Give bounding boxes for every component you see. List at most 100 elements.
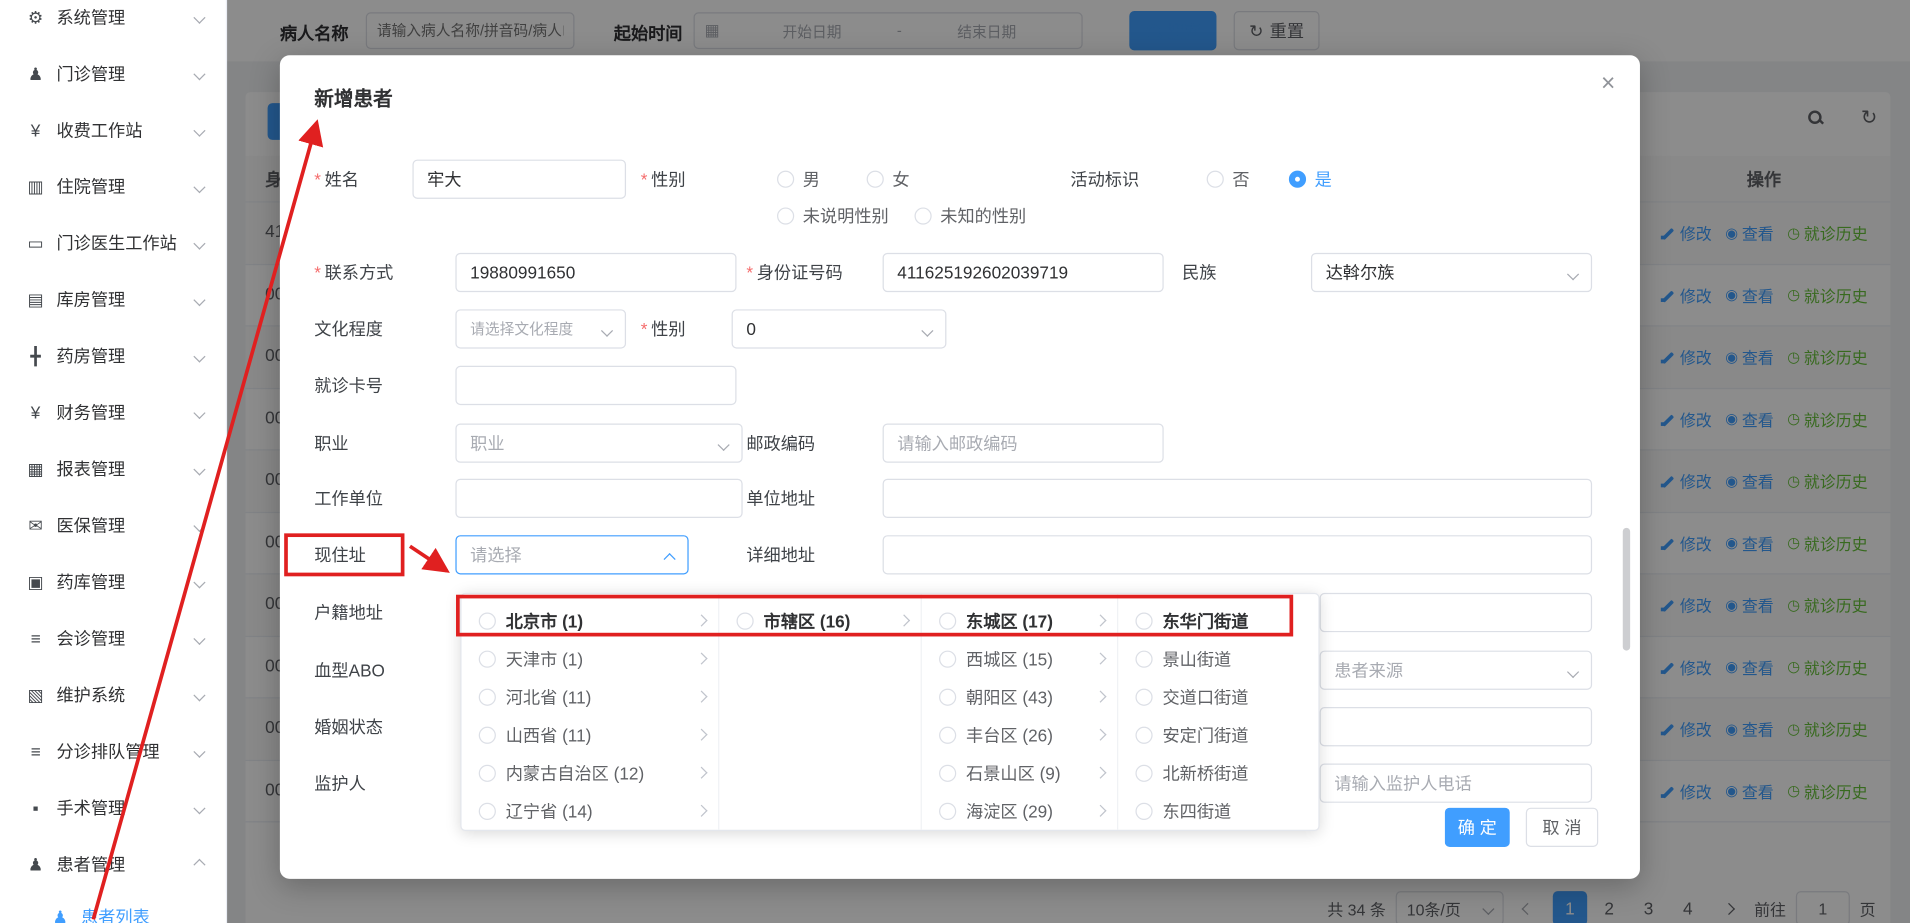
sidebar-item[interactable]: ▣ 药库管理 bbox=[0, 554, 226, 610]
chevron-down-icon bbox=[1567, 268, 1579, 280]
sidebar-item-label: 患者管理 bbox=[56, 852, 125, 877]
sidebar-item[interactable]: ▪ 手术管理 bbox=[0, 779, 226, 835]
detail-address-input[interactable] bbox=[883, 535, 1593, 574]
radio-icon[interactable] bbox=[479, 650, 496, 667]
chevron-icon bbox=[193, 632, 205, 644]
radio-icon[interactable] bbox=[1135, 688, 1152, 705]
sidebar-item[interactable]: ▧ 维护系统 bbox=[0, 667, 226, 723]
work-unit-label: 工作单位 bbox=[314, 479, 383, 518]
cascader-option[interactable]: 北京市 (1) bbox=[462, 601, 719, 639]
sidebar-item[interactable]: ¥ 财务管理 bbox=[0, 384, 226, 440]
chevron-right-icon bbox=[1094, 614, 1106, 626]
cascader-option[interactable]: 内蒙古自治区 (12) bbox=[462, 754, 719, 792]
cascader-option[interactable]: 河北省 (11) bbox=[462, 678, 719, 716]
guardian-phone-input[interactable] bbox=[1320, 764, 1593, 803]
postal-code-label: 邮政编码 bbox=[746, 423, 815, 462]
cascader-option[interactable]: 东四街道 bbox=[1118, 792, 1319, 830]
patient-source-select[interactable]: 患者来源 bbox=[1320, 651, 1593, 690]
cascader-option[interactable]: 辽宁省 (14) bbox=[462, 792, 719, 830]
name-input[interactable] bbox=[412, 160, 626, 199]
cascader-option[interactable]: 东华门街道 bbox=[1118, 601, 1319, 639]
cascader-option[interactable]: 景山街道 bbox=[1118, 640, 1319, 678]
sidebar-item[interactable]: ✉ 医保管理 bbox=[0, 497, 226, 553]
marital-status-label: 婚姻状态 bbox=[314, 707, 383, 746]
cascader-option[interactable]: 交道口街道 bbox=[1118, 678, 1319, 716]
radio-icon[interactable] bbox=[939, 726, 956, 743]
id-number-input[interactable] bbox=[883, 253, 1164, 292]
sidebar-item[interactable]: ≡ 会诊管理 bbox=[0, 610, 226, 666]
radio-icon[interactable] bbox=[479, 688, 496, 705]
radio-icon[interactable] bbox=[479, 802, 496, 819]
sidebar-item[interactable]: ▤ 库房管理 bbox=[0, 271, 226, 327]
radio-active-yes[interactable]: 是 bbox=[1289, 160, 1332, 199]
cascader-option[interactable]: 安定门街道 bbox=[1118, 716, 1319, 754]
sidebar-item[interactable]: ♟ 门诊管理 bbox=[0, 45, 226, 101]
cascader-option[interactable]: 海淀区 (29) bbox=[922, 792, 1117, 830]
person-icon: ♟ bbox=[49, 907, 71, 923]
cascader-option[interactable]: 西城区 (15) bbox=[922, 640, 1117, 678]
sidebar-item[interactable]: ╋ 药房管理 bbox=[0, 328, 226, 384]
cascader-option[interactable]: 北新桥街道 bbox=[1118, 754, 1319, 792]
cascader-option[interactable]: 朝阳区 (43) bbox=[922, 678, 1117, 716]
cascader-option[interactable]: 天津市 (1) bbox=[462, 640, 719, 678]
radio-icon[interactable] bbox=[939, 650, 956, 667]
ethnicity-select[interactable]: 达斡尔族 bbox=[1311, 253, 1592, 292]
cascader-option[interactable]: 东城区 (17) bbox=[922, 601, 1117, 639]
radio-active-no[interactable]: 否 bbox=[1207, 160, 1250, 199]
chevron-right-icon bbox=[695, 767, 707, 779]
radio-icon[interactable] bbox=[479, 764, 496, 781]
cascader-option[interactable]: 市辖区 (16) bbox=[719, 601, 920, 639]
current-address-label: 现住址 bbox=[314, 535, 366, 574]
radio-female[interactable]: 女 bbox=[867, 160, 910, 199]
cascader-option[interactable]: 石景山区 (9) bbox=[922, 754, 1117, 792]
chevron-up-icon bbox=[664, 553, 676, 565]
current-address-cascader[interactable]: 请选择 bbox=[455, 535, 688, 574]
cancel-button[interactable]: 取 消 bbox=[1526, 808, 1598, 847]
chevron-right-icon bbox=[898, 614, 910, 626]
unit-address-input[interactable] bbox=[883, 479, 1593, 518]
radio-icon[interactable] bbox=[939, 802, 956, 819]
close-icon[interactable]: × bbox=[1601, 70, 1615, 98]
sidebar-item[interactable]: ▦ 报表管理 bbox=[0, 441, 226, 497]
radio-icon[interactable] bbox=[479, 612, 496, 629]
postal-code-input[interactable] bbox=[883, 423, 1164, 462]
radio-male[interactable]: 男 bbox=[777, 160, 820, 199]
radio-icon[interactable] bbox=[479, 726, 496, 743]
radio-icon[interactable] bbox=[1135, 802, 1152, 819]
occupation-select[interactable]: 职业 bbox=[455, 423, 742, 462]
radio-icon[interactable] bbox=[939, 688, 956, 705]
cascader-option-label: 东城区 (17) bbox=[966, 608, 1053, 633]
contact-input[interactable] bbox=[455, 253, 736, 292]
radio-icon[interactable] bbox=[1135, 612, 1152, 629]
sidebar-item[interactable]: ≡ 分诊排队管理 bbox=[0, 723, 226, 779]
radio-icon[interactable] bbox=[1135, 650, 1152, 667]
sidebar-item[interactable]: ¥ 收费工作站 bbox=[0, 102, 226, 158]
card-no-input[interactable] bbox=[455, 366, 736, 405]
name-label: *姓名 bbox=[314, 160, 359, 199]
sidebar-item-label: 分诊排队管理 bbox=[56, 739, 159, 764]
sidebar-item[interactable]: ⚙ 系统管理 bbox=[0, 0, 226, 45]
education-select[interactable]: 请选择文化程度 bbox=[455, 309, 626, 348]
radio-gender-unknown[interactable]: 未知的性别 bbox=[914, 196, 1026, 235]
confirm-button[interactable]: 确 定 bbox=[1445, 808, 1510, 847]
sidebar-item[interactable]: ▥ 住院管理 bbox=[0, 158, 226, 214]
radio-icon[interactable] bbox=[737, 612, 754, 629]
marital-status-side-input[interactable] bbox=[1320, 707, 1593, 746]
cascader-option[interactable]: 丰台区 (26) bbox=[922, 716, 1117, 754]
cascader-option[interactable]: 山西省 (11) bbox=[462, 716, 719, 754]
gender-code-select[interactable]: 0 bbox=[732, 309, 947, 348]
chevron-right-icon bbox=[1094, 729, 1106, 741]
radio-icon[interactable] bbox=[1135, 726, 1152, 743]
sidebar-item[interactable]: ♟ 患者管理 bbox=[0, 836, 226, 892]
sidebar-item[interactable]: ▭ 门诊医生工作站 bbox=[0, 215, 226, 271]
sidebar-item-label: 门诊管理 bbox=[56, 61, 125, 86]
sidebar-item-patient-list[interactable]: ♟ 患者列表 bbox=[0, 892, 226, 923]
radio-icon[interactable] bbox=[939, 612, 956, 629]
household-address-input[interactable] bbox=[1320, 593, 1593, 632]
radio-icon[interactable] bbox=[1135, 764, 1152, 781]
radio-icon[interactable] bbox=[939, 764, 956, 781]
work-unit-input[interactable] bbox=[455, 479, 742, 518]
radio-icon bbox=[777, 171, 794, 188]
radio-gender-unstated[interactable]: 未说明性别 bbox=[777, 196, 889, 235]
dialog-scrollbar[interactable] bbox=[1623, 528, 1630, 651]
